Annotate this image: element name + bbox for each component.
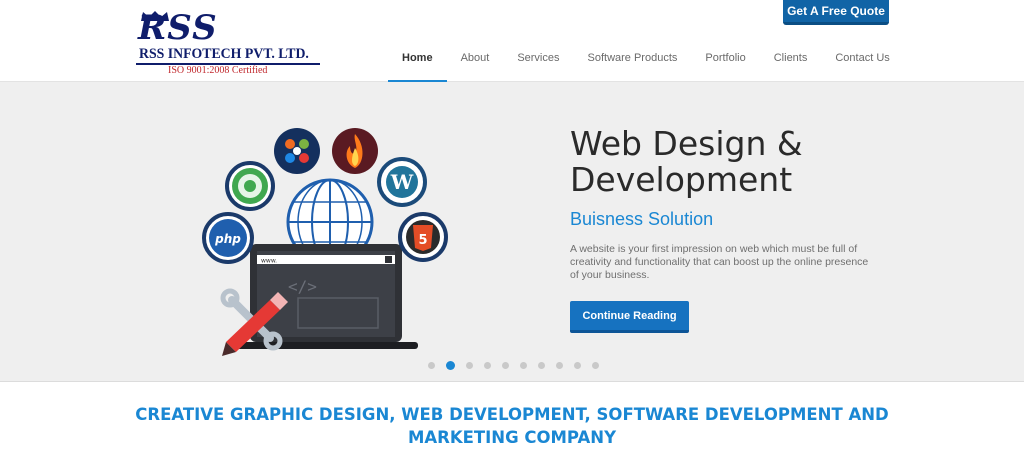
nav-item-home[interactable]: Home: [388, 44, 447, 83]
hero-description: A website is your first impression on we…: [570, 243, 869, 281]
logo-mark: RSS: [138, 8, 218, 48]
codeigniter-icon: [332, 128, 378, 174]
php-label: php: [214, 232, 241, 246]
continue-reading-button[interactable]: Continue Reading: [570, 301, 689, 333]
logo-company-name: RSS INFOTECH PVT. LTD.: [139, 46, 309, 62]
slider-dot[interactable]: [484, 362, 491, 369]
slider-dot[interactable]: [466, 362, 473, 369]
nav-item-about[interactable]: About: [447, 44, 504, 82]
slider-dot[interactable]: [538, 362, 545, 369]
slider-dot[interactable]: [502, 362, 509, 369]
nav-item-contact-us[interactable]: Contact Us: [821, 44, 903, 82]
html5-icon: 5: [398, 212, 448, 262]
nav-item-services[interactable]: Services: [503, 44, 573, 82]
opensource-icon: [225, 161, 275, 211]
php-icon: php: [202, 212, 254, 264]
slider-pagination: [428, 361, 599, 370]
web-development-illustration: www. </> W php 5: [202, 128, 448, 356]
slider-dot[interactable]: [428, 362, 435, 369]
hero-subtitle: Buisness Solution: [570, 209, 714, 229]
slider-dot[interactable]: [556, 362, 563, 369]
nav-item-clients[interactable]: Clients: [760, 44, 822, 82]
nav-item-portfolio[interactable]: Portfolio: [691, 44, 759, 82]
logo-certification: ISO 9001:2008 Certified: [168, 65, 268, 76]
html5-label: 5: [418, 233, 427, 248]
company-tagline: CREATIVE GRAPHIC DESIGN, WEB DEVELOPMENT…: [135, 405, 889, 447]
svg-text:</>: </>: [288, 277, 317, 296]
joomla-icon: [274, 128, 320, 174]
browser-url-text: www.: [261, 258, 277, 265]
wordpress-icon: W: [377, 157, 427, 207]
slider-dot[interactable]: [574, 362, 581, 369]
slider-dot[interactable]: [592, 362, 599, 369]
hero-title: Web Design & Development: [570, 124, 803, 199]
svg-text:W: W: [390, 170, 414, 194]
hero-slider: www. </> W php 5 Web Design & Developmen…: [0, 82, 1024, 382]
free-quote-button[interactable]: Get A Free Quote: [783, 0, 889, 25]
nav-item-software-products[interactable]: Software Products: [574, 44, 692, 82]
slider-dot[interactable]: [446, 361, 455, 370]
company-logo[interactable]: RSS RSS INFOTECH PVT. LTD. ISO 9001:2008…: [136, 8, 326, 76]
slider-dot[interactable]: [520, 362, 527, 369]
site-header: RSS RSS INFOTECH PVT. LTD. ISO 9001:2008…: [0, 0, 1024, 83]
main-nav: Home About Services Software Products Po…: [388, 44, 904, 83]
